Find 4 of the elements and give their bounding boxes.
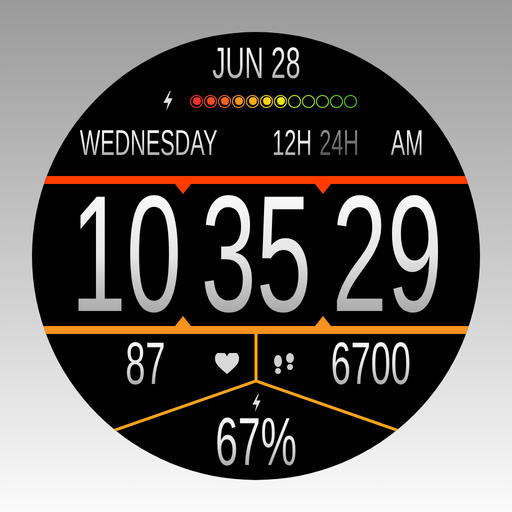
heart-icon — [215, 353, 239, 375]
lightning-icon — [250, 394, 262, 412]
footprints-icon — [272, 353, 296, 375]
lightning-icon — [162, 91, 174, 111]
